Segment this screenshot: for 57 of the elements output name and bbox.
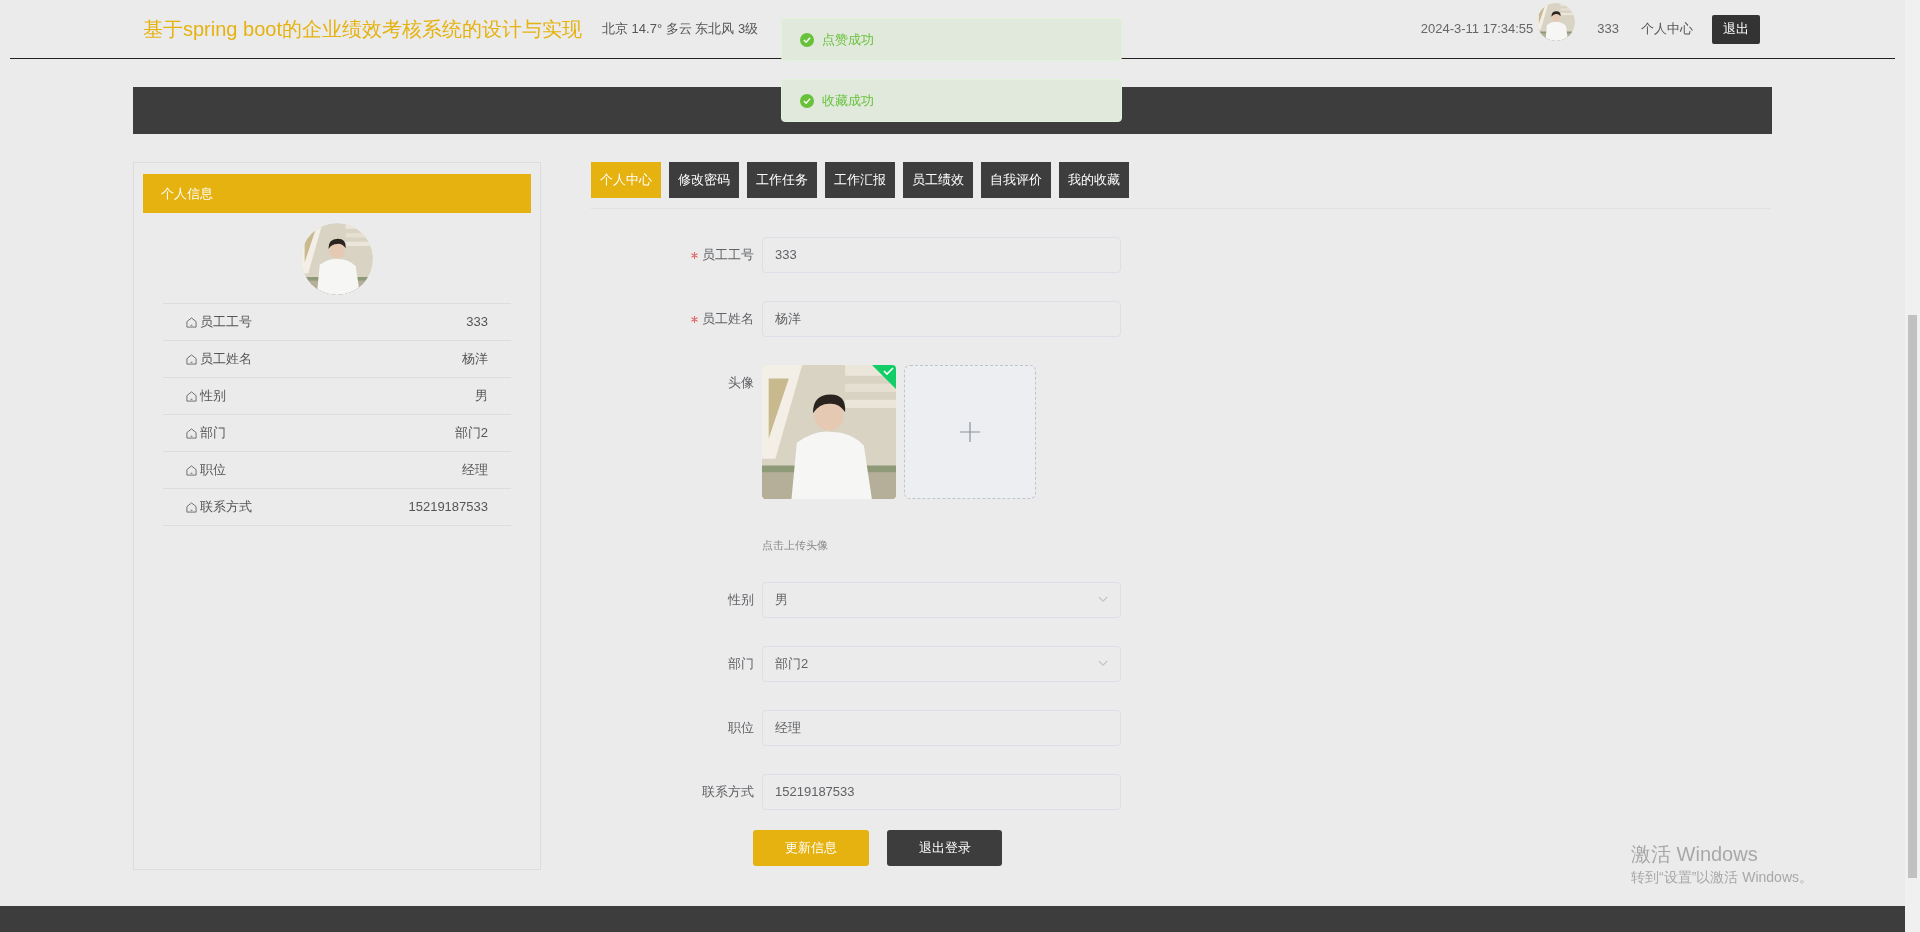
house-icon [186,353,197,365]
field-label: 部门 [728,654,754,673]
input-field[interactable]: 333 [762,237,1121,273]
input-field[interactable]: 经理 [762,709,1121,746]
field-label: 职位 [728,718,754,737]
info-label: 联系方式 [200,498,252,517]
info-label: 部门 [200,424,226,443]
info-label: 员工工号 [200,313,252,332]
house-icon [186,427,197,439]
house-icon [186,501,197,513]
field-label: 员工工号 [702,246,754,265]
activation-text: 转到“设置”以激活 Windows。 [1631,868,1813,887]
house-icon [186,464,197,476]
field-label: 头像 [728,374,754,392]
plus-icon [959,421,981,443]
weather-text: 北京 14.7° 多云 东北风 3级 [601,20,759,39]
field-label: 性别 [728,590,754,609]
chevron-down-icon [1098,596,1108,603]
house-icon [186,390,197,402]
site-title: 基于spring boot的企业绩效考核系统的设计与实现 [143,17,582,42]
toast-text: 收藏成功 [822,91,874,110]
logout-button[interactable]: 退出登录 [887,829,1002,866]
field-label: 员工姓名 [702,310,754,329]
info-value: 杨洋 [462,350,488,369]
logout-button[interactable]: 退出 [1712,14,1760,44]
field-label: 联系方式 [702,782,754,801]
select-field[interactable]: 部门2 [762,645,1121,682]
info-label: 职位 [200,461,226,480]
house-icon [186,316,197,328]
tab[interactable]: 工作任务 [747,162,817,198]
upload-button[interactable] [904,365,1036,499]
select-field[interactable]: 男 [762,581,1121,618]
tab[interactable]: 修改密码 [669,162,739,198]
tab[interactable]: 自我评价 [981,162,1051,198]
input-field[interactable]: 15219187533 [762,773,1121,810]
chevron-down-icon [1098,660,1108,667]
info-value: 15219187533 [408,498,488,517]
info-value: 男 [475,387,488,406]
activation-title: 激活 Windows [1631,842,1759,867]
success-icon [800,32,814,47]
uploaded-check-icon [872,365,896,389]
info-value: 333 [466,313,488,332]
info-value: 部门2 [454,424,488,443]
profile-link[interactable]: 个人中心 [1641,19,1693,39]
username-text: 333 [1597,20,1619,39]
input-field[interactable]: 杨洋 [762,301,1121,337]
datetime-text: 2024-3-11 17:34:55 [1420,20,1534,39]
info-label: 性别 [200,387,226,406]
upload-hint: 点击上传头像 [762,538,828,553]
card-title: 个人信息 [161,184,213,203]
info-label: 员工姓名 [200,350,252,369]
tab[interactable]: 员工绩效 [903,162,973,198]
tab[interactable]: 我的收藏 [1059,162,1129,198]
toast-text: 点赞成功 [822,30,874,49]
success-icon [800,93,814,108]
info-value: 经理 [462,461,488,480]
tab[interactable]: 工作汇报 [825,162,895,198]
